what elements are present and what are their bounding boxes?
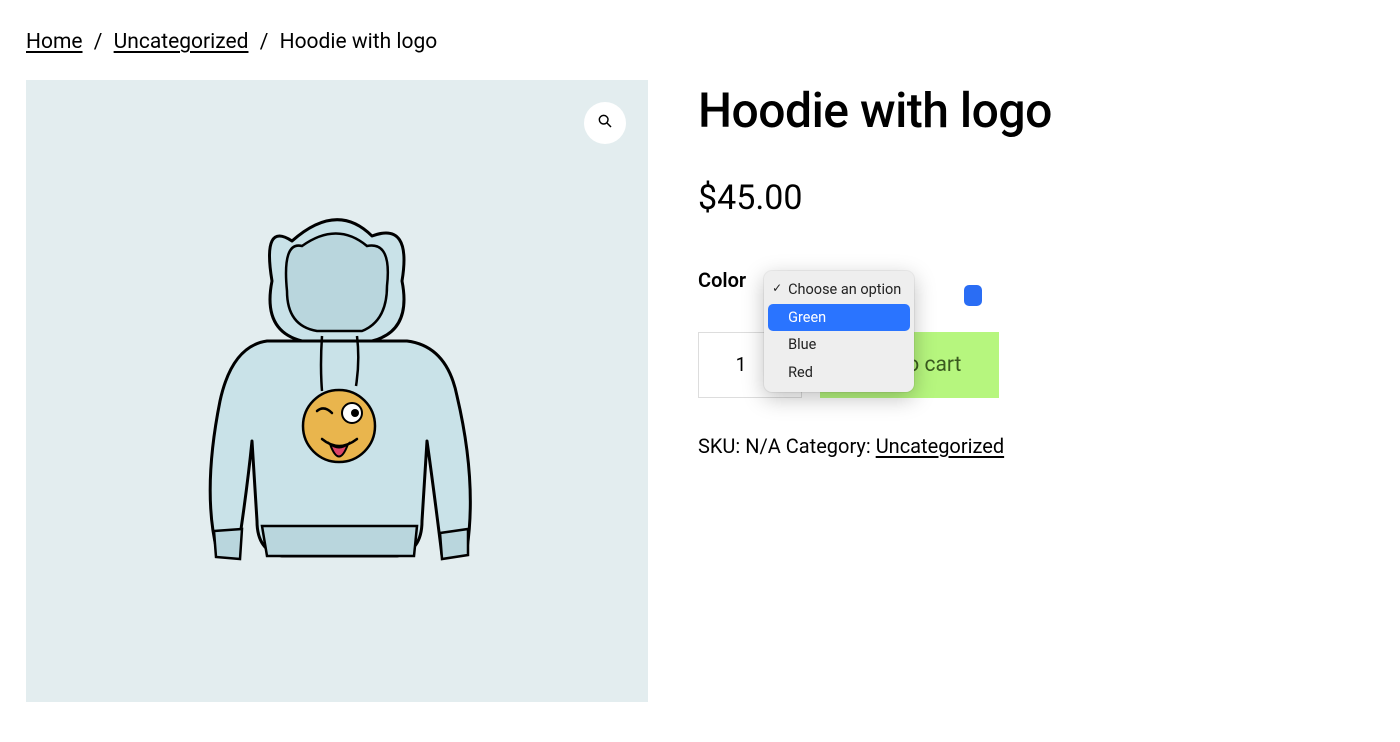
select-option-blue[interactable]: Blue xyxy=(764,331,914,359)
breadcrumb-current: Hoodie with logo xyxy=(280,30,438,54)
product-title: Hoodie with logo xyxy=(698,85,1052,138)
variant-label: Color xyxy=(698,268,746,292)
product-image-area xyxy=(26,80,648,702)
category-label: Category: xyxy=(786,434,871,458)
search-icon xyxy=(597,113,613,133)
breadcrumb-home-link[interactable]: Home xyxy=(26,30,83,54)
variant-row: Color Choose an option Green Blue Red xyxy=(698,268,1052,292)
select-option-placeholder[interactable]: Choose an option xyxy=(764,276,914,304)
product-details: Hoodie with logo $45.00 Color Choose an … xyxy=(698,80,1052,458)
product-image xyxy=(172,191,502,591)
breadcrumb-separator: / xyxy=(94,30,103,54)
breadcrumb-separator: / xyxy=(260,30,269,54)
quantity-value: 1 xyxy=(736,353,747,376)
product-container: Hoodie with logo $45.00 Color Choose an … xyxy=(26,80,1374,702)
select-dropdown-popup: Choose an option Green Blue Red xyxy=(764,271,914,392)
breadcrumb: Home / Uncategorized / Hoodie with logo xyxy=(26,30,1374,54)
select-option-green[interactable]: Green xyxy=(768,304,910,332)
select-focus-ring xyxy=(964,285,982,306)
zoom-button[interactable] xyxy=(584,102,626,144)
product-meta: SKU: N/A Category: Uncategorized xyxy=(698,434,1052,458)
sku-label: SKU: xyxy=(698,434,740,458)
product-price: $45.00 xyxy=(698,178,1052,218)
select-option-red[interactable]: Red xyxy=(764,359,914,387)
category-link[interactable]: Uncategorized xyxy=(876,434,1004,458)
breadcrumb-category-link[interactable]: Uncategorized xyxy=(114,30,249,54)
sku-value: N/A xyxy=(745,434,781,458)
